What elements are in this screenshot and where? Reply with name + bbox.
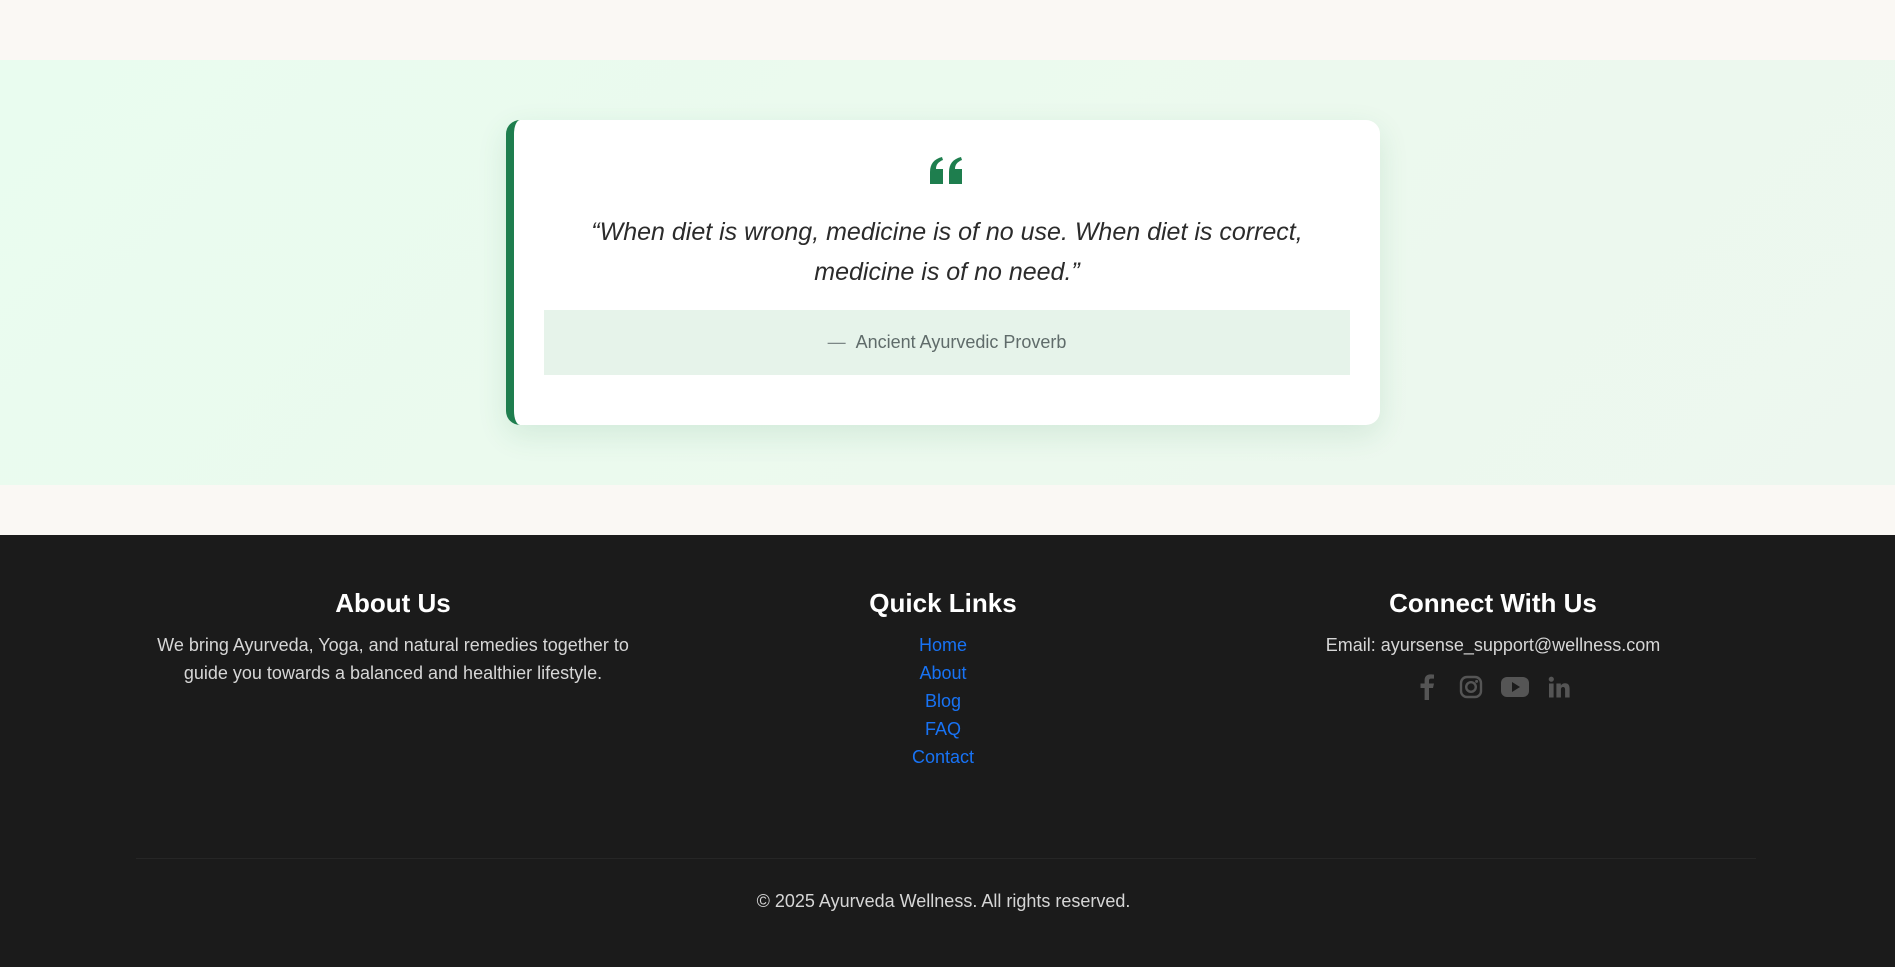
copyright-text: © 2025 Ayurveda Wellness. All rights res…: [756, 891, 1131, 911]
author-name: Ancient Ayurvedic Proverb: [855, 332, 1067, 352]
footer-link-home[interactable]: Home: [919, 635, 967, 655]
list-item: Home: [793, 631, 1093, 659]
site-footer: About Us We bring Ayurveda, Yoga, and na…: [0, 535, 1895, 967]
linkedin-icon[interactable]: [1545, 673, 1573, 701]
connect-heading: Connect With Us: [1389, 588, 1597, 618]
gap-band: [0, 485, 1895, 535]
facebook-icon[interactable]: [1413, 673, 1441, 701]
list-item: Blog: [793, 687, 1093, 715]
footer-quick-links: Quick Links Home About Blog FAQ Contact: [793, 585, 1093, 771]
footer-link-blog[interactable]: Blog: [925, 691, 961, 711]
quote-card: “When diet is wrong, medicine is of no u…: [506, 120, 1380, 425]
quick-links-list: Home About Blog FAQ Contact: [793, 631, 1093, 771]
about-heading: About Us: [335, 588, 451, 618]
list-item: About: [793, 659, 1093, 687]
social-links: [1243, 673, 1743, 701]
quote-left-icon: [514, 156, 1380, 186]
footer-link-contact[interactable]: Contact: [912, 747, 974, 767]
footer-connect: Connect With Us Email: ayursense_support…: [1243, 585, 1743, 701]
footer-about: About Us We bring Ayurveda, Yoga, and na…: [143, 585, 643, 687]
quote-section: “When diet is wrong, medicine is of no u…: [0, 60, 1895, 485]
instagram-icon[interactable]: [1457, 673, 1485, 701]
footer-link-about[interactable]: About: [919, 663, 966, 683]
list-item: FAQ: [793, 715, 1093, 743]
footer-link-faq[interactable]: FAQ: [925, 719, 961, 739]
contact-email: Email: ayursense_support@wellness.com: [1325, 635, 1661, 655]
youtube-icon[interactable]: [1501, 673, 1529, 701]
top-band: [0, 0, 1895, 60]
author-dash: —: [827, 332, 846, 352]
quick-links-heading: Quick Links: [869, 588, 1017, 618]
about-text: We bring Ayurveda, Yoga, and natural rem…: [157, 635, 629, 683]
list-item: Contact: [793, 743, 1093, 771]
footer-divider: [136, 858, 1756, 859]
quote-text: “When diet is wrong, medicine is of no u…: [591, 218, 1303, 286]
quote-author: — Ancient Ayurvedic Proverb: [544, 310, 1350, 375]
